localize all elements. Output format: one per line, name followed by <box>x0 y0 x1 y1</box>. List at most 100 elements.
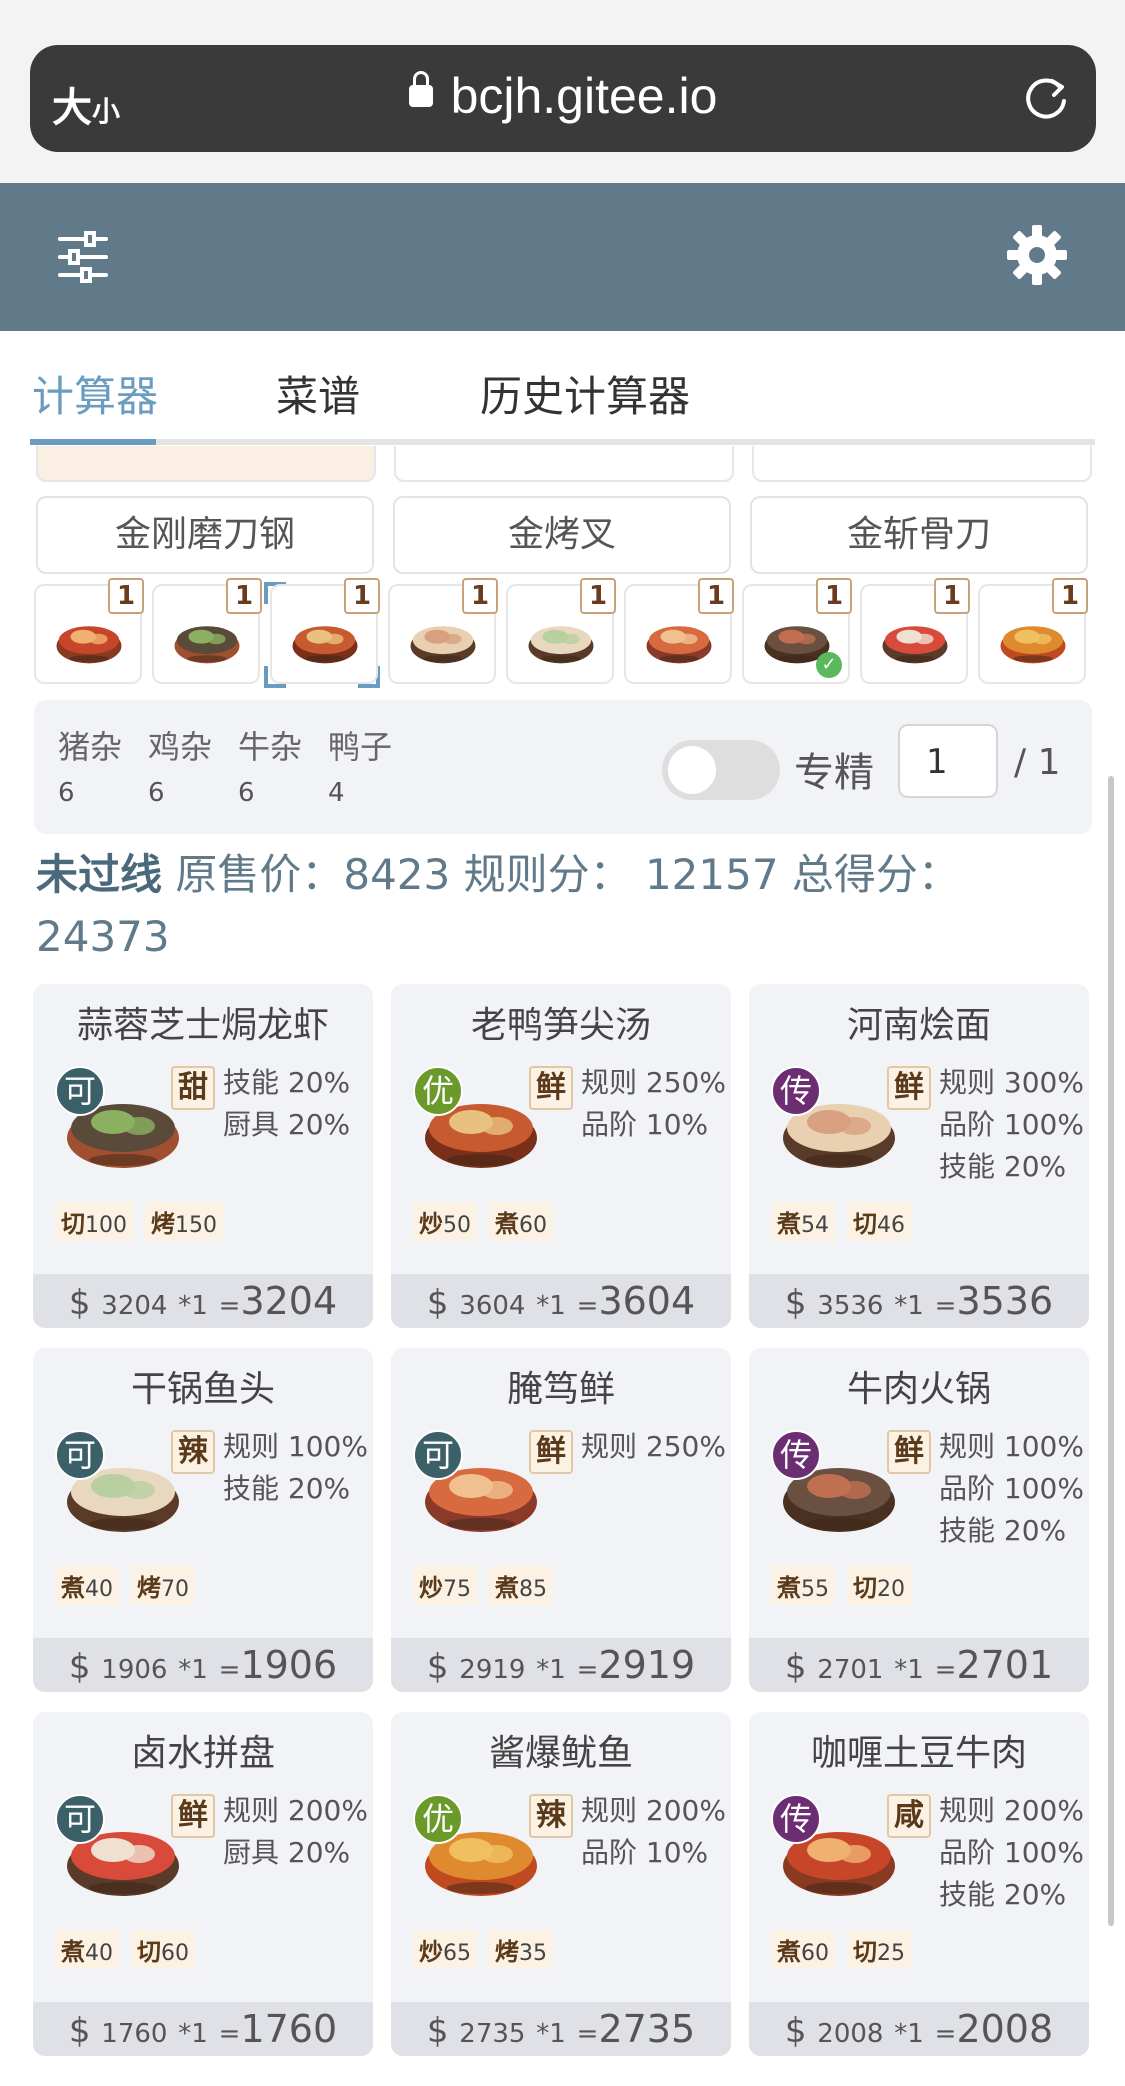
buff-item: 规则 200% <box>939 1794 1084 1827</box>
price-row: $ 3604 *1 =3604 <box>391 1274 731 1328</box>
taste-badge: 鲜 <box>887 1430 931 1474</box>
dish-image <box>404 610 482 668</box>
buff-list: 规则 100% 技能 20% <box>223 1426 368 1510</box>
base-price: 2735 <box>459 2019 526 2049</box>
dish-image <box>640 610 718 668</box>
scrollbar[interactable] <box>1108 776 1114 1926</box>
skill-tag: 煮60 <box>489 1202 553 1241</box>
recipe-thumbnail[interactable]: 1 <box>34 578 144 684</box>
rarity-badge: 可 <box>55 1794 105 1844</box>
rarity-badge: 传 <box>771 1066 821 1116</box>
skill-tag: 切60 <box>131 1930 195 1969</box>
recipe-name: 咖喱土豆牛肉 <box>810 1733 1027 1774</box>
recipe-thumbnail[interactable]: 1 <box>506 578 616 684</box>
equipment-slot-2[interactable]: 金烤叉 <box>393 496 731 574</box>
taste-badge: 辣 <box>171 1430 215 1474</box>
price-equals: = <box>576 1291 599 1321</box>
tab-calculator[interactable]: 计算器 <box>32 363 158 424</box>
recipe-thumbnail[interactable]: 1 <box>388 578 498 684</box>
recipe-count-badge: 1 <box>698 578 734 614</box>
price-multiplier: *1 <box>894 1655 924 1685</box>
recipe-thumbnail[interactable]: 1 <box>152 578 262 684</box>
skill-tag: 烤150 <box>145 1202 223 1241</box>
equipment-slot-1[interactable]: 金刚磨刀钢 <box>36 496 374 574</box>
buff-item: 规则 100% <box>939 1430 1084 1463</box>
price-equals: = <box>218 1291 241 1321</box>
taste-badge: 辣 <box>529 1794 573 1838</box>
dish-image <box>994 610 1072 668</box>
price-row: $ 1760 *1 =1760 <box>33 2002 373 2056</box>
price-equals: = <box>934 2019 957 2049</box>
recipe-card[interactable]: 腌笃鲜 可鲜规则 250% 炒75 煮85 $ 2919 *1 =2919 <box>391 1348 731 1692</box>
tab-recipes[interactable]: 菜谱 <box>276 363 360 424</box>
skill-tag: 煮40 <box>55 1930 119 1969</box>
recipe-name: 腌笃鲜 <box>506 1369 615 1410</box>
skill-requirements: 炒50 煮60 <box>413 1202 565 1241</box>
buff-list: 规则 200% 品阶 100% 技能 20% <box>939 1790 1084 1916</box>
skill-tag: 切20 <box>847 1566 911 1605</box>
recipe-card[interactable]: 干锅鱼头 可辣规则 100% 技能 20% 煮40 烤70 $ 1906 *1 =190… <box>33 1348 373 1692</box>
buff-item: 规则 200% <box>223 1794 368 1827</box>
skill-tag: 切100 <box>55 1202 133 1241</box>
specialization-toggle[interactable] <box>662 740 780 800</box>
tab-bar: 计算器 菜谱 历史计算器 <box>30 331 1095 446</box>
buff-item: 规则 200% <box>581 1794 726 1827</box>
currency-symbol: $ <box>426 1647 449 1687</box>
url-display[interactable]: bcjh.gitee.io <box>30 67 1096 125</box>
buff-item: 技能 20% <box>939 1150 1067 1183</box>
recipe-card[interactable]: 咖喱土豆牛肉 传 咸规则 200% 品阶 100% 技能 20% 煮60 切25 $ 200… <box>749 1712 1089 2056</box>
price-multiplier: *1 <box>178 2019 208 2049</box>
specialization-input[interactable]: 1 <box>898 724 998 798</box>
gear-icon[interactable] <box>1005 223 1069 287</box>
base-price: 3536 <box>817 1291 884 1321</box>
recipe-card[interactable]: 酱爆鱿鱼 优辣规则 200% 品阶 10% 炒65 烤35 $ 2735 *1 =273… <box>391 1712 731 2056</box>
filter-settings-icon[interactable] <box>58 227 108 287</box>
price-row: $ 3536 *1 =3536 <box>749 1274 1089 1328</box>
price-row: $ 1906 *1 =1906 <box>33 1638 373 1692</box>
equipment-slot-3[interactable]: 金斩骨刀 <box>750 496 1088 574</box>
tab-history-calculator[interactable]: 历史计算器 <box>480 363 690 424</box>
recipe-card[interactable]: 老鸭笋尖汤 优鲜规则 250% 品阶 10% 炒50 煮60 $ 3604 *1 =36… <box>391 984 731 1328</box>
buff-item: 厨具 20% <box>223 1108 351 1141</box>
material-name: 猪杂 <box>58 728 123 766</box>
recipe-card[interactable]: 牛肉火锅 传 鲜规则 100% 品阶 100% 技能 20% 煮55 切20 $ 2701 … <box>749 1348 1089 1692</box>
price-row: $ 2701 *1 =2701 <box>749 1638 1089 1692</box>
buff-item: 技能 20% <box>223 1472 351 1505</box>
partial-card <box>394 446 734 482</box>
skill-tag: 炒65 <box>413 1930 477 1969</box>
specialization-total: / 1 <box>1014 742 1061 783</box>
recipe-thumbnail[interactable]: 1 <box>978 578 1088 684</box>
dish-image <box>50 610 128 668</box>
calculator-content: 金刚磨刀钢 金烤叉 金斩骨刀 1 1 1 1 1 1 1 ✓ 1 1 猪杂 6 … <box>0 446 1125 2086</box>
base-price: 3604 <box>459 1291 526 1321</box>
recipe-thumbnail[interactable]: 1 ✓ <box>742 578 852 684</box>
check-icon: ✓ <box>816 652 842 678</box>
buff-list: 规则 200% 厨具 20% <box>223 1790 368 1874</box>
price-total: 2735 <box>598 2007 696 2051</box>
app-header <box>0 183 1125 331</box>
base-price: 1760 <box>101 2019 168 2049</box>
price-multiplier: *1 <box>536 2019 566 2049</box>
recipe-card[interactable]: 卤水拼盘 可鲜规则 200% 厨具 20% 煮40 切60 $ 1760 *1 =176… <box>33 1712 373 2056</box>
skill-requirements: 切100 烤150 <box>55 1202 235 1241</box>
price-multiplier: *1 <box>894 1291 924 1321</box>
recipe-name: 干锅鱼头 <box>130 1369 275 1410</box>
score-summary: 未过线 原售价：8423 规则分： 12157 总得分：24373 <box>36 844 996 968</box>
address-bar[interactable]: 大小 bcjh.gitee.io <box>30 45 1096 152</box>
recipe-thumbnail[interactable]: 1 <box>860 578 970 684</box>
recipe-card[interactable]: 蒜蓉芝士焗龙虾 可 甜技能 20% 厨具 20% 切100 烤150 $ 3204 *1 … <box>33 984 373 1328</box>
partial-card <box>752 446 1092 482</box>
recipe-thumbnail[interactable]: 1 <box>270 578 380 684</box>
reload-icon[interactable] <box>1020 73 1072 125</box>
buff-item: 厨具 20% <box>223 1836 351 1869</box>
skill-tag: 切25 <box>847 1930 911 1969</box>
recipe-card[interactable]: 河南烩面 传 鲜规则 300% 品阶 100% 技能 20% 煮54 切46 $ 3536 … <box>749 984 1089 1328</box>
base-price: 2919 <box>459 1655 526 1685</box>
currency-symbol: $ <box>426 1283 449 1323</box>
dish-image <box>522 610 600 668</box>
price-total: 3536 <box>956 1279 1054 1323</box>
taste-badge: 鲜 <box>887 1066 931 1110</box>
recipe-count-badge: 1 <box>934 578 970 614</box>
recipe-count-badge: 1 <box>816 578 852 614</box>
recipe-thumbnail[interactable]: 1 <box>624 578 734 684</box>
